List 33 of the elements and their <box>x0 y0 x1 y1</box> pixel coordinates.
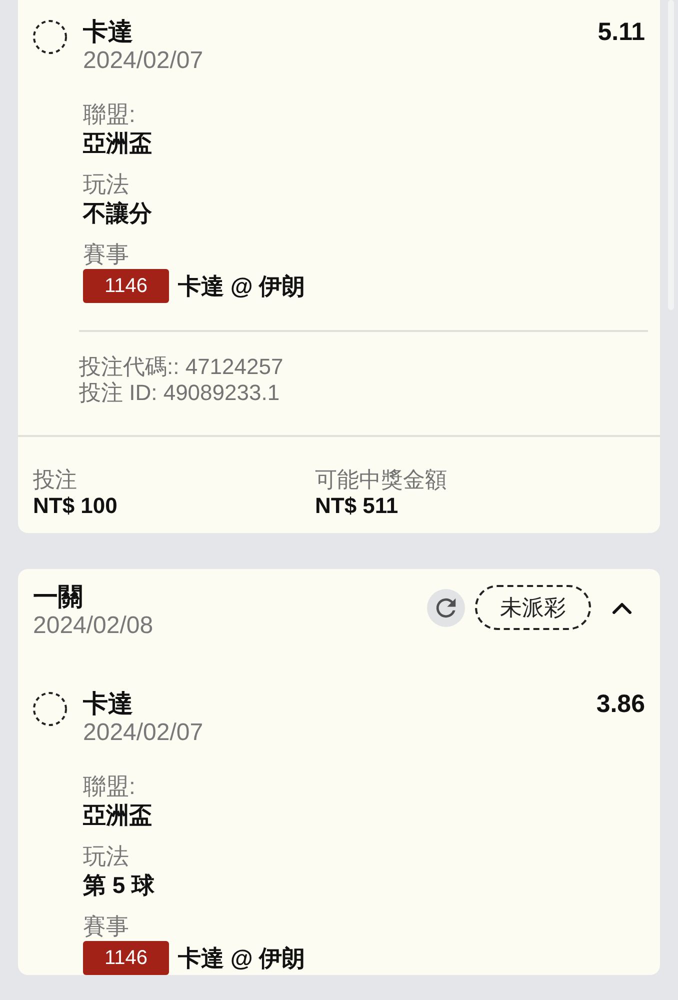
bet-reference-text: 投注代碼:: 47124257 <box>79 354 284 380</box>
field-label: 玩法 <box>83 842 130 871</box>
field-value: 亞洲盃 <box>83 129 153 157</box>
field-value: 亞洲盃 <box>83 801 153 829</box>
status-badge: 未派彩 <box>475 585 591 630</box>
field-label: 玩法 <box>83 170 130 199</box>
event-code-badge: 1146 <box>83 941 169 975</box>
team-name: 卡達 <box>83 18 133 46</box>
summary-value: NT$ 100 <box>33 493 118 519</box>
team-name: 卡達 <box>83 690 133 718</box>
match-date: 2024/02/07 <box>83 46 204 76</box>
bet-type-title: 一關 <box>33 583 84 611</box>
match-date: 2024/02/07 <box>83 718 204 748</box>
field-label: 聯盟: <box>83 100 136 129</box>
field-value: 不讓分 <box>83 199 153 227</box>
event-code-badge: 1146 <box>83 269 169 303</box>
summary-label: 可能中獎金額 <box>315 467 448 493</box>
event-name: 卡達 @ 伊朗 <box>178 944 306 972</box>
bet-reference-text: 投注 ID: 49089233.1 <box>79 380 281 406</box>
refresh-icon[interactable] <box>427 588 465 626</box>
odds-value: 5.11 <box>598 18 645 46</box>
dashed-circle-icon <box>33 20 67 54</box>
event-name: 卡達 @ 伊朗 <box>178 272 306 300</box>
field-value: 第 5 球 <box>83 871 156 899</box>
summary-label: 投注 <box>33 467 78 493</box>
field-label: 賽事 <box>83 912 130 941</box>
caret-icon[interactable] <box>612 602 632 614</box>
bet-date: 2024/02/08 <box>33 611 154 641</box>
summary-value: NT$ 511 <box>315 493 400 519</box>
odds-value: 3.86 <box>596 690 645 718</box>
field-label: 聯盟: <box>83 772 136 801</box>
field-label: 賽事 <box>83 240 130 269</box>
dashed-circle-icon <box>33 692 67 726</box>
